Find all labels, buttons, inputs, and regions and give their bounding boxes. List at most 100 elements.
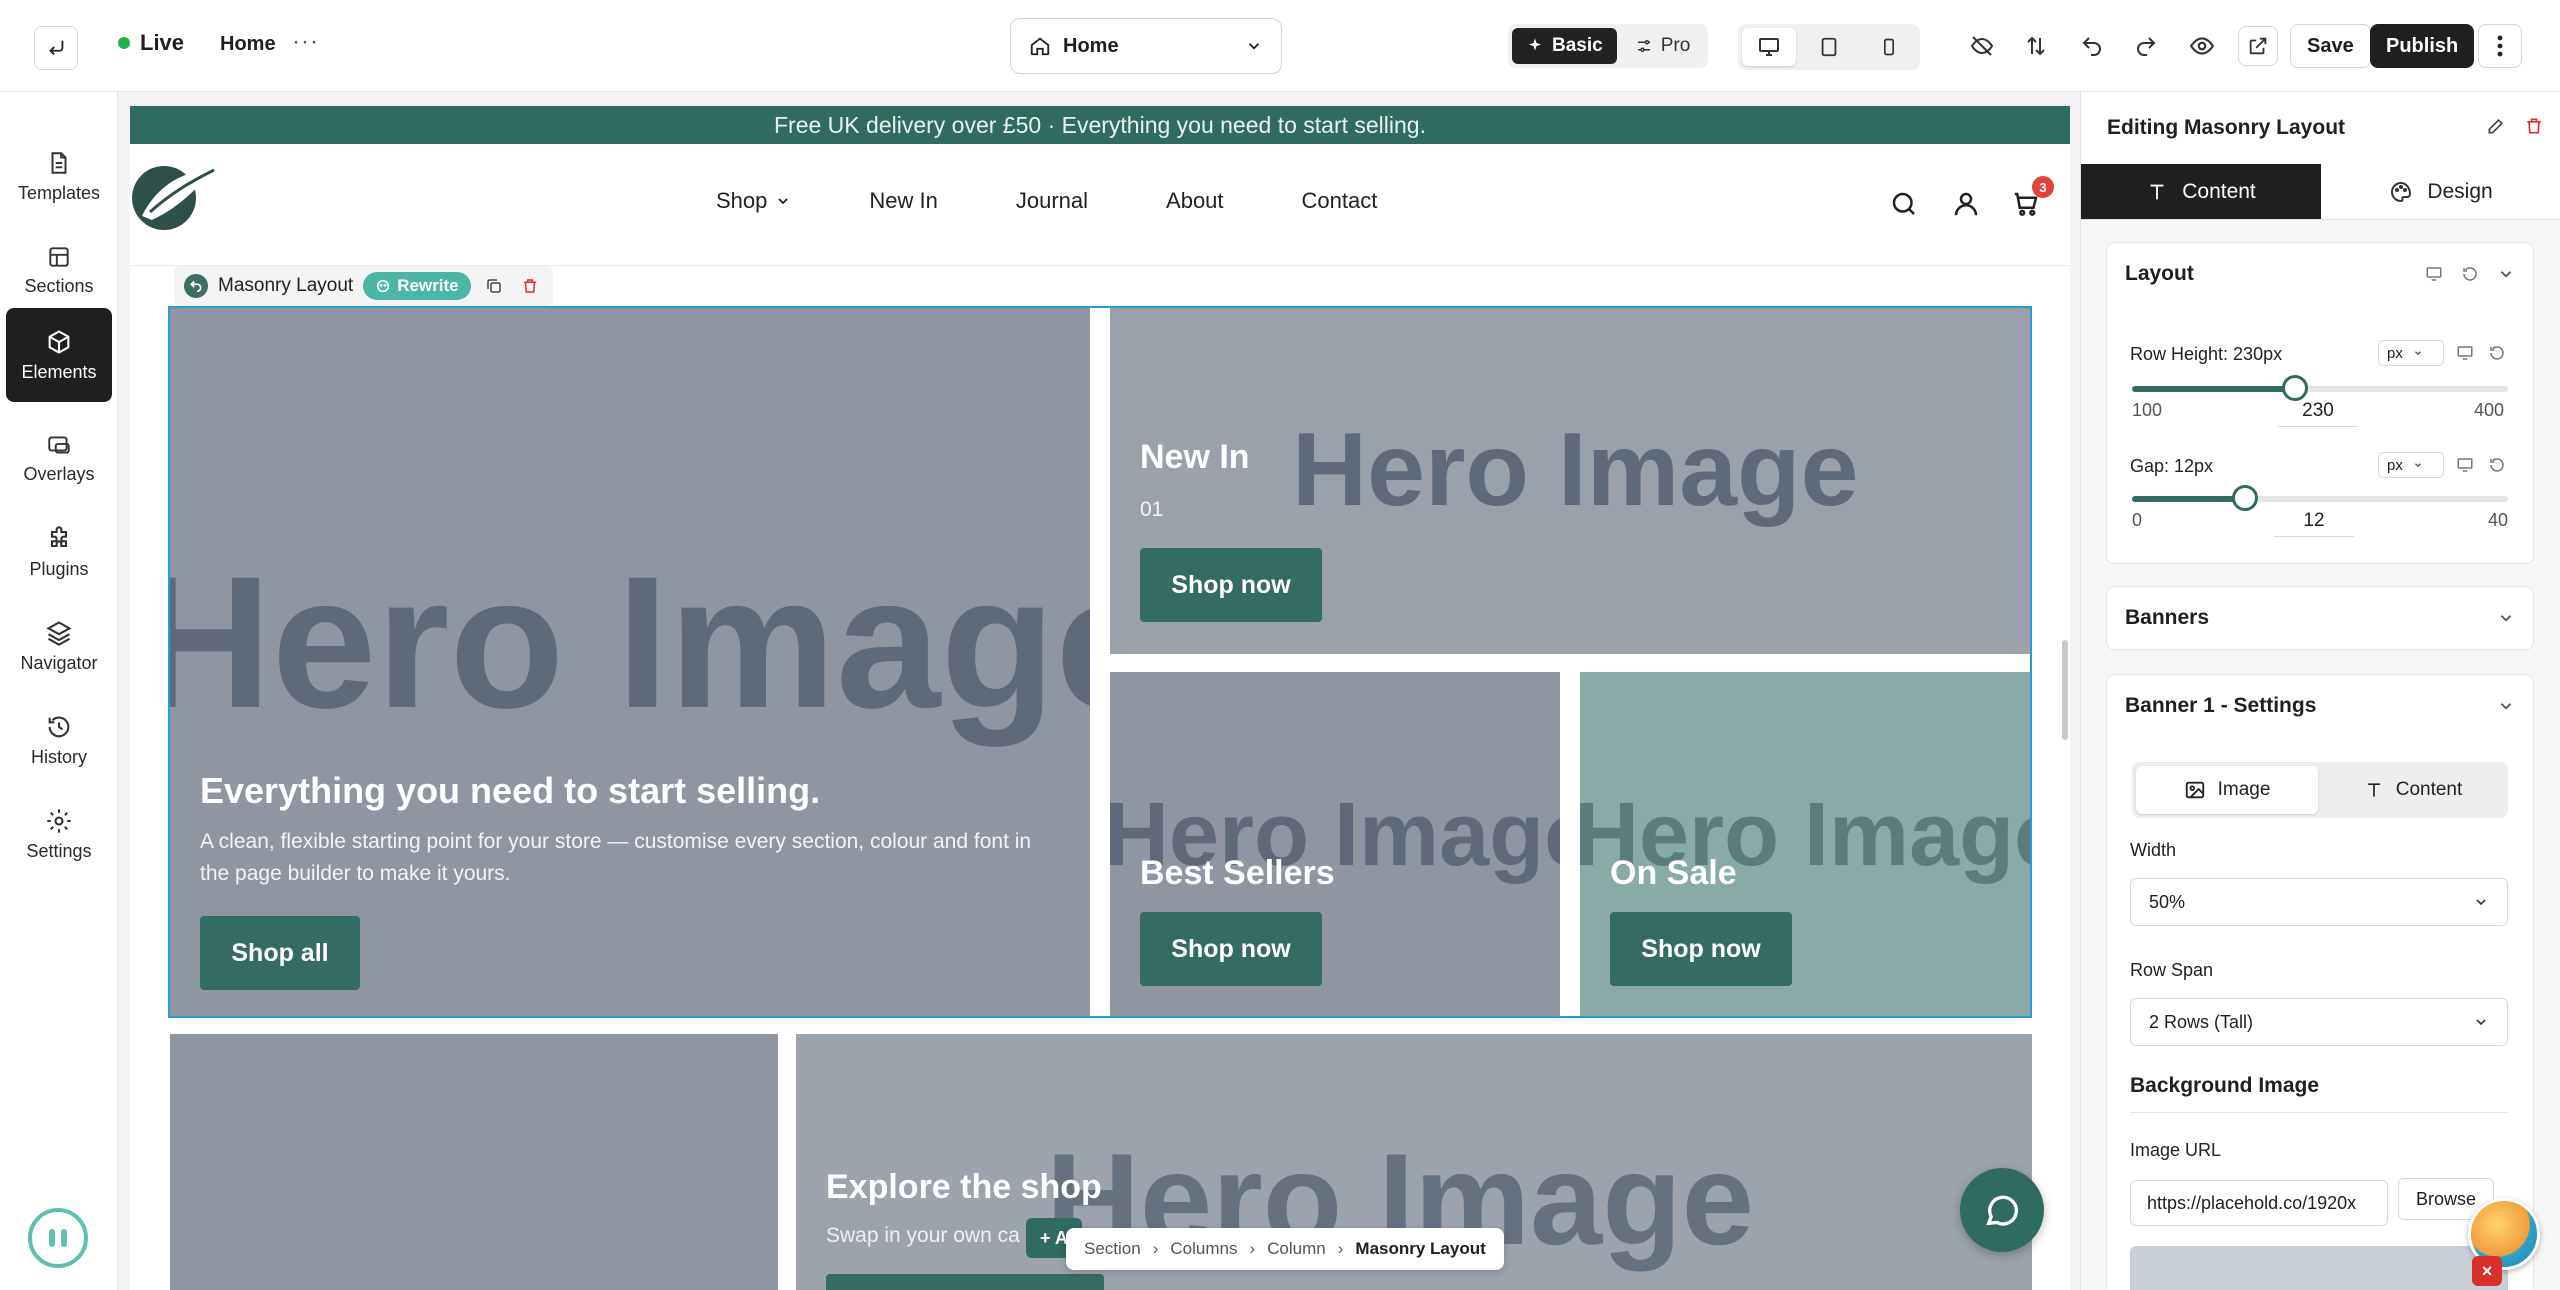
on-sale-shop-button[interactable]: Shop now <box>1610 912 1792 986</box>
sidebar-item-sections[interactable]: Sections <box>6 224 112 316</box>
chat-button[interactable] <box>1960 1168 2044 1252</box>
explore-button[interactable] <box>826 1274 1104 1290</box>
undo-icon[interactable] <box>2074 28 2110 64</box>
sidebar-item-overlays[interactable]: Overlays <box>6 412 112 504</box>
hide-icon[interactable] <box>1964 28 2000 64</box>
nav-contact[interactable]: Contact <box>1302 188 1378 214</box>
announcement-bar[interactable]: Free UK delivery over £50 · Everything y… <box>130 106 2070 144</box>
sidebar-item-elements[interactable]: Elements <box>6 308 112 402</box>
publish-button[interactable]: Publish <box>2370 24 2475 68</box>
close-icon[interactable]: × <box>2472 1256 2502 1286</box>
segment-image-label: Image <box>2217 779 2271 800</box>
accordion-layout-header[interactable]: Layout <box>2107 243 2533 305</box>
redo-icon[interactable] <box>2128 28 2164 64</box>
responsive-desktop-icon[interactable] <box>2456 344 2474 362</box>
nav-shop[interactable]: Shop <box>716 188 791 214</box>
row-height-slider-handle[interactable] <box>2281 375 2308 401</box>
account-icon[interactable] <box>1948 186 1984 222</box>
page-select[interactable]: Home <box>1010 18 1282 74</box>
reset-icon[interactable] <box>2461 265 2479 283</box>
sort-icon[interactable] <box>2018 28 2054 64</box>
sidebar-item-navigator[interactable]: Navigator <box>6 600 112 692</box>
width-select[interactable]: 50% <box>2130 878 2508 926</box>
ai-icon <box>377 279 390 293</box>
new-in-shop-button[interactable]: Shop now <box>1140 548 1322 622</box>
responsive-desktop-icon[interactable] <box>2456 456 2474 474</box>
sidebar-item-history[interactable]: History <box>6 694 112 786</box>
tab-design[interactable]: Design <box>2321 164 2560 219</box>
accordion-layout-title: Layout <box>2125 262 2194 285</box>
masonry-tile-new-in[interactable]: Hero Image New In 01 Shop now <box>1110 308 2030 654</box>
delete-icon[interactable] <box>517 273 543 299</box>
duplicate-icon[interactable] <box>481 273 507 299</box>
assistant-bot-icon[interactable] <box>28 1208 88 1268</box>
live-status[interactable]: Live <box>118 30 184 56</box>
row-height-max: 400 <box>2474 400 2505 420</box>
accordion-banners-header[interactable]: Banners <box>2107 587 2533 649</box>
row-height-unit-select[interactable]: px <box>2378 340 2444 366</box>
row2-tile-left[interactable] <box>170 1034 778 1290</box>
sidebar-item-label: Plugins <box>29 558 89 579</box>
breadcrumb-column[interactable]: Column <box>1267 1239 1326 1259</box>
chevron-up-icon[interactable] <box>2497 265 2515 283</box>
accordion-banner-1-title: Banner 1 - Settings <box>2125 694 2317 717</box>
desktop-view-button[interactable] <box>1742 28 1796 66</box>
exit-button[interactable] <box>34 26 78 70</box>
nav-about[interactable]: About <box>1166 188 1224 214</box>
breadcrumb-columns[interactable]: Columns <box>1170 1239 1237 1259</box>
reset-icon[interactable] <box>2488 344 2506 362</box>
gap-value[interactable]: 12 <box>2274 510 2354 537</box>
search-icon[interactable] <box>1886 186 1922 222</box>
sidebar-item-settings[interactable]: Settings <box>6 788 112 880</box>
mobile-view-button[interactable] <box>1862 28 1916 66</box>
segment-content[interactable]: Content <box>2322 766 2504 814</box>
row-span-select[interactable]: 2 Rows (Tall) <box>2130 998 2508 1046</box>
leaf-logo-icon[interactable] <box>130 160 220 232</box>
accordion-banners[interactable]: Banners <box>2106 586 2534 650</box>
breadcrumb-current[interactable]: Masonry Layout <box>1355 1239 1485 1259</box>
save-button[interactable]: Save <box>2290 24 2371 68</box>
masonry-tile-hero[interactable]: Hero Image Everything you need to start … <box>170 308 1090 1016</box>
tab-content[interactable]: Content <box>2081 164 2321 219</box>
mode-pro-button[interactable]: Pro <box>1621 28 1705 64</box>
masonry-layout[interactable]: Hero Image Everything you need to start … <box>168 306 2032 1018</box>
segment-image[interactable]: Image <box>2136 766 2318 814</box>
gap-slider-handle[interactable] <box>2231 485 2258 511</box>
element-toolbar: Masonry Layout Rewrite <box>174 266 553 306</box>
tablet-view-button[interactable] <box>1802 28 1856 66</box>
mode-basic-button[interactable]: Basic <box>1512 28 1617 64</box>
text-icon <box>2367 783 2380 797</box>
trash-icon[interactable] <box>2524 116 2544 136</box>
nav-new-in[interactable]: New In <box>869 188 937 214</box>
masonry-tile-best-sellers[interactable]: Hero Image Best Sellers Shop now <box>1110 672 1560 1016</box>
canvas-scrollbar[interactable] <box>2062 640 2068 740</box>
shop-all-button[interactable]: Shop all <box>200 916 360 990</box>
masonry-tile-on-sale[interactable]: Hero Image On Sale Shop now <box>1580 672 2030 1016</box>
row-height-value[interactable]: 230 <box>2278 400 2358 427</box>
mode-toggle: Basic Pro <box>1508 24 1709 68</box>
best-sellers-shop-button[interactable]: Shop now <box>1140 912 1322 986</box>
open-external-icon[interactable] <box>2238 26 2278 66</box>
breadcrumb-section[interactable]: Section <box>1084 1239 1141 1259</box>
breadcrumb-home[interactable]: Home <box>220 33 276 56</box>
kebab-menu-icon[interactable] <box>2478 24 2522 68</box>
cart-icon[interactable]: 3 <box>2008 176 2054 222</box>
image-url-input[interactable]: https://placehold.co/1920x <box>2130 1180 2388 1226</box>
reset-icon[interactable] <box>2488 456 2506 474</box>
preview-eye-icon[interactable] <box>2184 28 2220 64</box>
accordion-banner-1-header[interactable]: Banner 1 - Settings <box>2107 675 2533 737</box>
sidebar-item-templates[interactable]: Templates <box>6 130 112 222</box>
more-icon[interactable]: ··· <box>292 28 319 56</box>
width-label: Width <box>2130 840 2177 860</box>
new-in-title: New In <box>1140 438 1250 476</box>
gap-unit-select[interactable]: px <box>2378 452 2444 478</box>
nav-journal[interactable]: Journal <box>1016 188 1088 214</box>
gap-slider[interactable] <box>2132 485 2508 511</box>
rewrite-button[interactable]: Rewrite <box>363 272 471 300</box>
element-breadcrumb: Section › Columns › Column › Masonry Lay… <box>1066 1228 1504 1270</box>
row-height-slider[interactable] <box>2132 375 2508 401</box>
sidebar-item-plugins[interactable]: Plugins <box>6 506 112 598</box>
responsive-desktop-icon[interactable] <box>2425 265 2443 283</box>
layers-icon <box>46 620 72 646</box>
edit-pencil-icon[interactable] <box>2486 116 2506 136</box>
